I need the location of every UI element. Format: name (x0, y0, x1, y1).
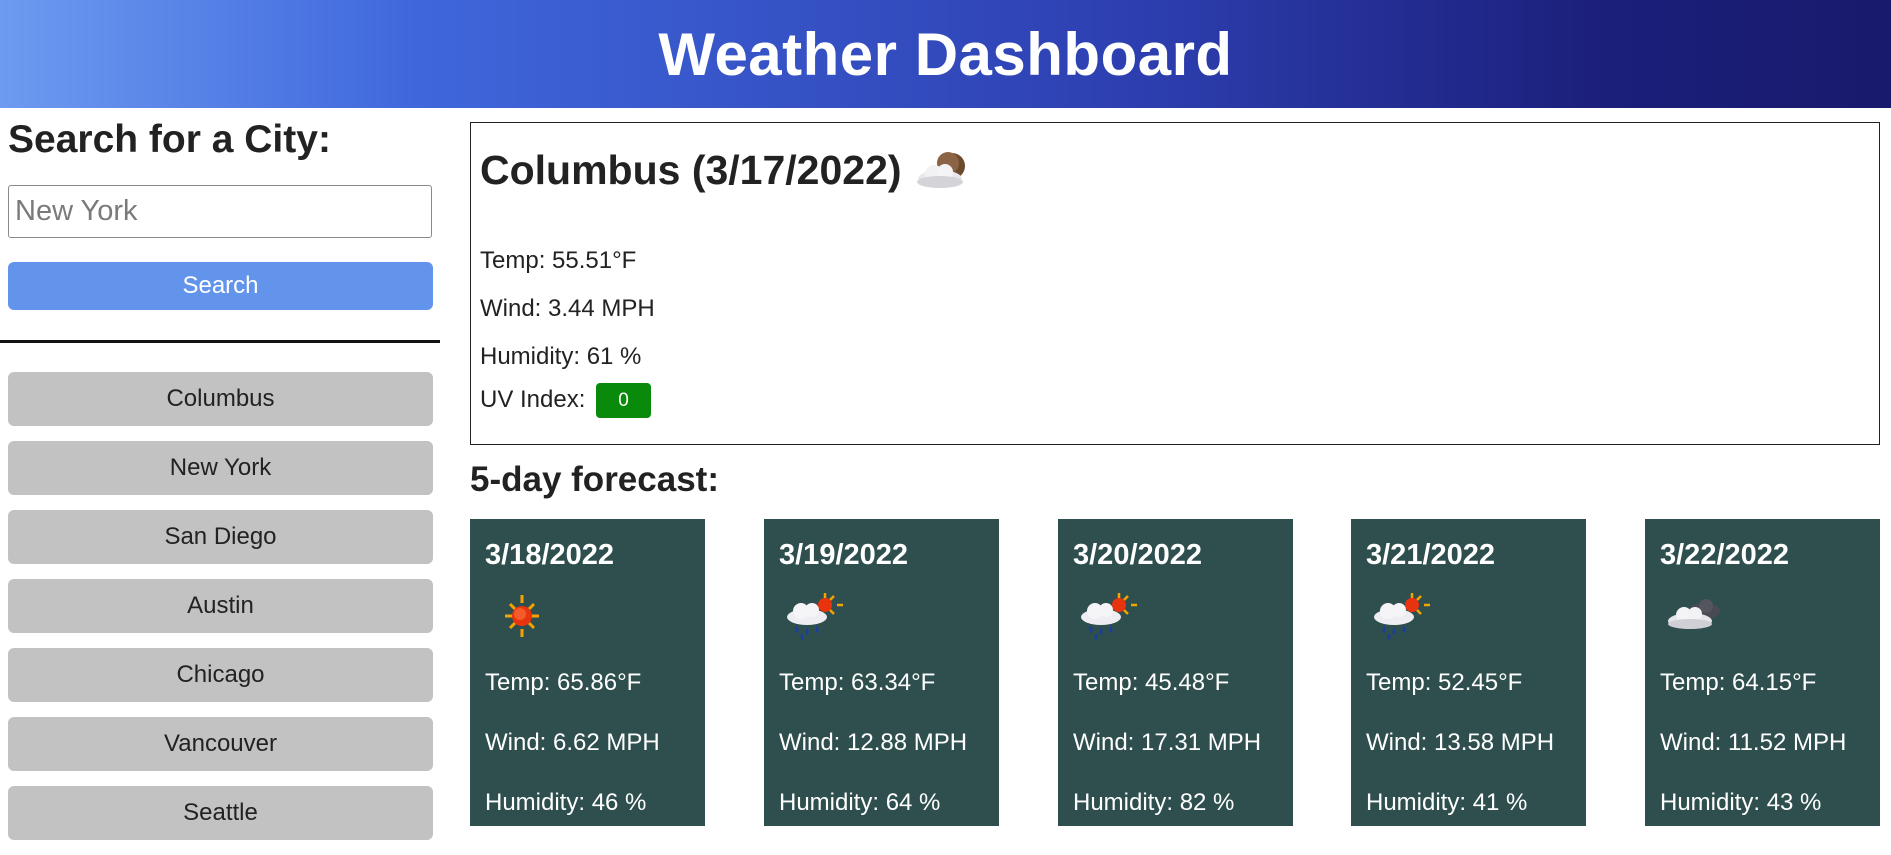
current-wind: Wind: 3.44 MPH (480, 295, 655, 322)
forecast-wind: Wind: 17.31 MPH (1073, 729, 1262, 756)
night-partly-cloudy-icon (912, 149, 972, 193)
current-city-date: Columbus (3/17/2022) (480, 147, 902, 193)
forecast-date: 3/19/2022 (779, 539, 909, 571)
history-city-button[interactable]: San Diego (8, 510, 433, 564)
current-uv: UV Index: 0 (480, 383, 652, 418)
page-header: Weather Dashboard (0, 0, 1891, 108)
forecast-temp: Temp: 65.86°F (485, 669, 642, 696)
dark-cloud-icon (1660, 591, 1730, 641)
forecast-heading: 5-day forecast: (470, 460, 719, 499)
forecast-wind: Wind: 6.62 MPH (485, 729, 660, 756)
forecast-card: 3/19/2022 Temp: 63.34°F Wind: 12.88 MPH … (764, 519, 999, 826)
city-search-input[interactable] (8, 185, 432, 238)
forecast-wind: Wind: 13.58 MPH (1366, 729, 1555, 756)
sun-rain-cloud-icon (1366, 591, 1436, 641)
forecast-temp: Temp: 45.48°F (1073, 669, 1230, 696)
sun-rain-cloud-icon (1073, 591, 1143, 641)
forecast-wind: Wind: 12.88 MPH (779, 729, 968, 756)
history-city-button[interactable]: Vancouver (8, 717, 433, 771)
forecast-date: 3/21/2022 (1366, 539, 1496, 571)
forecast-temp: Temp: 52.45°F (1366, 669, 1523, 696)
current-humidity: Humidity: 61 % (480, 343, 642, 370)
forecast-temp: Temp: 63.34°F (779, 669, 936, 696)
forecast-card: 3/20/2022 Temp: 45.48°F Wind: 17.31 MPH … (1058, 519, 1293, 826)
search-sidebar: Search for a City: Search Columbus New Y… (0, 108, 440, 840)
forecast-humidity: Humidity: 46 % (485, 789, 647, 816)
uv-index-badge: 0 (596, 383, 652, 418)
uv-label: UV Index: (480, 385, 586, 413)
search-heading: Search for a City: (8, 118, 331, 161)
search-button[interactable]: Search (8, 262, 433, 310)
sidebar-divider (0, 340, 440, 343)
forecast-humidity: Humidity: 43 % (1660, 789, 1822, 816)
sun-rain-cloud-icon (779, 591, 849, 641)
forecast-card: 3/21/2022 Temp: 52.45°F Wind: 13.58 MPH … (1351, 519, 1586, 826)
history-city-button[interactable]: Austin (8, 579, 433, 633)
history-city-button[interactable]: Chicago (8, 648, 433, 702)
current-city-title: Columbus (3/17/2022) (480, 147, 972, 194)
forecast-card: 3/18/2022 Temp: 65.86°F Wind: 6.62 MPH H… (470, 519, 705, 826)
forecast-card: 3/22/2022 Temp: 64.15°F Wind: 11.52 MPH … (1645, 519, 1880, 826)
history-city-button[interactable]: Seattle (8, 786, 433, 840)
forecast-date: 3/18/2022 (485, 539, 615, 571)
page-title: Weather Dashboard (658, 20, 1233, 88)
current-weather-panel: Columbus (3/17/2022) Temp: 55.51°F Wind:… (470, 122, 1880, 445)
forecast-temp: Temp: 64.15°F (1660, 669, 1817, 696)
forecast-date: 3/22/2022 (1660, 539, 1790, 571)
forecast-humidity: Humidity: 64 % (779, 789, 941, 816)
history-city-button[interactable]: Columbus (8, 372, 433, 426)
history-city-button[interactable]: New York (8, 441, 433, 495)
forecast-humidity: Humidity: 82 % (1073, 789, 1235, 816)
forecast-humidity: Humidity: 41 % (1366, 789, 1528, 816)
forecast-date: 3/20/2022 (1073, 539, 1203, 571)
sun-icon (485, 591, 555, 641)
search-history-list: Columbus New York San Diego Austin Chica… (8, 372, 433, 855)
current-temp: Temp: 55.51°F (480, 247, 637, 274)
forecast-wind: Wind: 11.52 MPH (1660, 729, 1847, 756)
